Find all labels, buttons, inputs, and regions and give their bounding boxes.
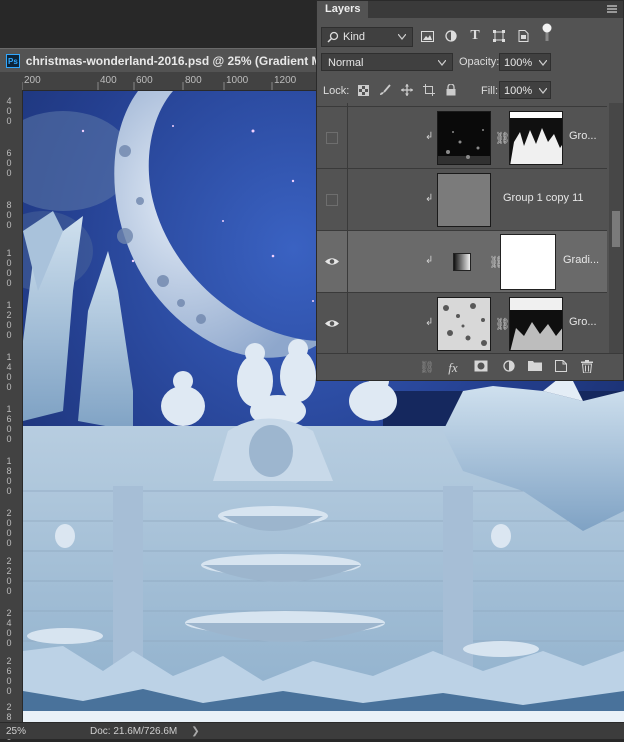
ruler-tick: 2200 [6, 556, 12, 596]
clipping-mask-arrow-icon: ↲ [425, 255, 434, 266]
opacity-label: Opacity: [459, 56, 500, 68]
panel-menu-icon[interactable] [607, 4, 617, 14]
ruler-tick: 400 [6, 96, 12, 126]
layer-name[interactable]: Gradi... [563, 254, 599, 266]
lock-image-pixels-icon[interactable] [377, 82, 393, 98]
status-bar: 25% Doc: 21.6M/726.6M ❯ [0, 722, 624, 739]
photoshop-icon: Ps [6, 53, 20, 68]
shape-layer-filter-icon[interactable] [491, 28, 507, 44]
document-tab[interactable]: Ps christmas-wonderland-2016.psd @ 25% (… [0, 48, 330, 72]
ruler-tick: 800 [6, 200, 12, 230]
new-group-folder-icon[interactable] [527, 360, 543, 374]
layer-row[interactable]: ↲ ⛓ Gro... [317, 293, 607, 355]
layer-row[interactable]: ↲ ⛓ Gro... [317, 107, 607, 169]
layer-thumbnail[interactable] [437, 173, 491, 227]
chevron-down-icon [539, 88, 547, 94]
vertical-ruler[interactable]: 400 600 800 1000 1200 1400 1600 1800 200… [0, 90, 23, 742]
smart-object-filter-icon[interactable] [515, 28, 531, 44]
eye-icon [325, 258, 339, 265]
trash-icon[interactable] [579, 360, 595, 374]
hidden-eye-icon [326, 193, 338, 206]
visibility-toggle[interactable] [317, 169, 348, 230]
layer-row[interactable]: ↲ Group 1 copy 11 [317, 169, 607, 231]
link-chain-icon[interactable]: ⛓ [495, 317, 510, 331]
layers-panel: Layers Kind T Normal Opacity: 100% Lock: [316, 0, 624, 381]
blend-mode-select[interactable]: Normal [321, 53, 453, 71]
clipping-mask-arrow-icon: ↲ [425, 131, 434, 142]
filter-kind-select[interactable]: Kind [321, 27, 413, 47]
lock-artboard-icon[interactable] [421, 82, 437, 98]
clipping-mask-arrow-icon: ↲ [425, 317, 434, 328]
new-layer-icon[interactable] [553, 360, 569, 374]
layer-mask-thumbnail[interactable] [500, 234, 556, 290]
layers-bottom-toolbar: ⛓ fx [317, 353, 623, 380]
ruler-corner[interactable] [0, 72, 22, 90]
blend-mode-value: Normal [328, 57, 364, 69]
fill-label: Fill: [481, 85, 499, 97]
fill-value: 100% [504, 85, 533, 97]
layers-scrollbar[interactable] [609, 103, 623, 355]
visibility-toggle[interactable] [317, 107, 348, 168]
link-layers-icon[interactable]: ⛓ [419, 360, 435, 374]
scrollbar-thumb[interactable] [612, 211, 620, 247]
layer-mask-thumbnail[interactable] [509, 297, 563, 351]
opacity-value: 100% [504, 57, 533, 69]
ruler-tick: 1600 [6, 404, 12, 444]
layer-thumbnail[interactable] [437, 111, 491, 165]
lock-position-icon[interactable] [399, 82, 415, 98]
layer-row-selected[interactable]: ↲ ⛓ Gradi... [317, 231, 607, 293]
chevron-right-icon[interactable]: ❯ [191, 726, 199, 737]
type-layer-filter-icon[interactable]: T [467, 28, 483, 44]
search-icon [327, 31, 339, 43]
filter-kind-label: Kind [343, 31, 366, 43]
document-size-info: Doc: 21.6M/726.6M [90, 725, 178, 737]
ruler-tick: 1800 [6, 456, 12, 496]
chevron-down-icon [438, 60, 446, 66]
layer-thumbnail[interactable] [437, 297, 491, 351]
chevron-down-icon [539, 60, 547, 66]
zoom-level[interactable]: 25% [0, 726, 46, 737]
fill-field[interactable]: 100% [499, 81, 551, 99]
gradient-map-icon[interactable] [453, 253, 471, 271]
visibility-toggle[interactable] [317, 103, 348, 106]
hidden-eye-icon [326, 131, 338, 144]
adjustment-layer-icon[interactable] [501, 360, 517, 374]
ruler-tick: 600 [6, 148, 12, 178]
add-mask-icon[interactable] [473, 360, 489, 374]
clipping-mask-arrow-icon: ↲ [425, 193, 434, 204]
opacity-field[interactable]: 100% [499, 53, 551, 71]
ruler-tick: 1400 [6, 352, 12, 392]
visibility-toggle[interactable] [317, 293, 348, 354]
filter-toggle-icon[interactable] [539, 23, 555, 41]
lock-transparent-pixels-icon[interactable] [355, 82, 371, 98]
link-chain-icon[interactable]: ⛓ [495, 131, 510, 145]
lock-label: Lock: [323, 85, 350, 97]
document-title: christmas-wonderland-2016.psd @ 25% (Gra… [25, 53, 330, 68]
layer-name[interactable]: Gro... [569, 130, 597, 142]
visibility-toggle[interactable] [317, 231, 348, 292]
layer-name[interactable]: Group 1 copy 11 [503, 192, 584, 204]
layer-name[interactable]: Gro... [569, 316, 597, 328]
tab-layers[interactable]: Layers [317, 1, 369, 18]
ruler-tick: 2400 [6, 608, 12, 648]
ruler-tick: 2600 [6, 656, 12, 696]
layers-list: ↲ ⛓ Gro... ↲ Group 1 copy 11 ↲ ⛓ Gradi..… [317, 103, 623, 355]
ruler-tick: 1200 [6, 300, 12, 340]
lock-all-icon[interactable] [443, 82, 459, 98]
ruler-tick: 1000 [6, 248, 12, 288]
pixel-layer-filter-icon[interactable] [419, 28, 435, 44]
ruler-tick: 2000 [6, 508, 12, 548]
panel-tab-bar: Layers [317, 1, 623, 18]
fx-icon[interactable]: fx [445, 360, 461, 375]
adjustment-layer-filter-icon[interactable] [443, 28, 459, 44]
eye-icon [325, 320, 339, 327]
chevron-down-icon [398, 34, 406, 40]
layer-mask-thumbnail[interactable] [509, 111, 563, 165]
